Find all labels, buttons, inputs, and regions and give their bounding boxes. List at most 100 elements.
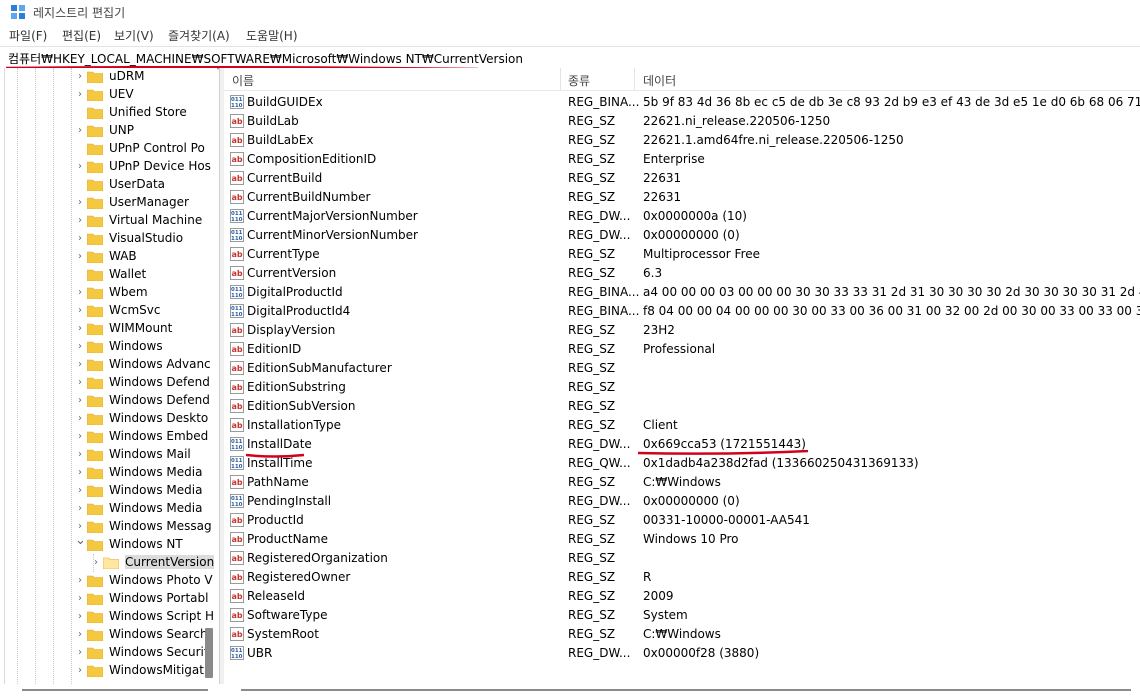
- value-row[interactable]: ab BuildLabEx REG_SZ 22621.1.amd64fre.ni_re…: [224, 131, 1140, 150]
- tree-item[interactable]: › Windows Embed: [5, 428, 217, 446]
- chevron-right-icon[interactable]: ›: [75, 160, 85, 174]
- tree-item[interactable]: › UserManager: [5, 194, 217, 212]
- value-row[interactable]: 110 011 CurrentMajorVersionNumber REG_DW...…: [224, 207, 1140, 226]
- chevron-right-icon[interactable]: ›: [75, 358, 85, 372]
- chevron-right-icon[interactable]: ›: [75, 232, 85, 246]
- chevron-right-icon[interactable]: ›: [75, 484, 85, 498]
- chevron-right-icon[interactable]: ›: [75, 214, 85, 228]
- tree-item[interactable]: › WAB: [5, 248, 217, 266]
- tree-item[interactable]: › Windows Portabl: [5, 590, 217, 608]
- tree-item[interactable]: Wallet: [5, 266, 217, 284]
- column-header-data[interactable]: 데이터: [643, 72, 676, 89]
- chevron-right-icon[interactable]: ›: [75, 250, 85, 264]
- tree-item[interactable]: › CurrentVersion: [5, 554, 217, 572]
- value-row[interactable]: ab CurrentBuildNumber REG_SZ 22631: [224, 188, 1140, 207]
- value-row[interactable]: ab InstallationType REG_SZ Client: [224, 416, 1140, 435]
- chevron-right-icon[interactable]: ›: [91, 556, 101, 570]
- value-row[interactable]: ab ProductId REG_SZ 00331-10000-00001-AA541: [224, 511, 1140, 530]
- value-row[interactable]: ab CurrentVersion REG_SZ 6.3: [224, 264, 1140, 283]
- chevron-right-icon[interactable]: ›: [75, 304, 85, 318]
- chevron-right-icon[interactable]: ›: [75, 646, 85, 660]
- value-row[interactable]: ab PathName REG_SZ C:₩Windows: [224, 473, 1140, 492]
- tree-item[interactable]: › Windows Messag: [5, 518, 217, 536]
- tree-item[interactable]: › Windows Media: [5, 482, 217, 500]
- tree-item[interactable]: › Wbem: [5, 284, 217, 302]
- chevron-down-icon[interactable]: ⌄: [75, 534, 86, 548]
- tree-item[interactable]: UserData: [5, 176, 217, 194]
- chevron-right-icon[interactable]: ›: [75, 286, 85, 300]
- tree-item[interactable]: › Windows Advanc: [5, 356, 217, 374]
- chevron-right-icon[interactable]: ›: [75, 610, 85, 624]
- menu-favorites[interactable]: 즐겨찾기(A): [168, 27, 230, 44]
- column-separator[interactable]: [634, 68, 635, 90]
- chevron-right-icon[interactable]: ›: [75, 592, 85, 606]
- value-row[interactable]: ab DisplayVersion REG_SZ 23H2: [224, 321, 1140, 340]
- value-row[interactable]: ab RegisteredOrganization REG_SZ: [224, 549, 1140, 568]
- tree-item[interactable]: › UEV: [5, 86, 217, 104]
- tree-item[interactable]: › Virtual Machine: [5, 212, 217, 230]
- tree-item[interactable]: › Windows: [5, 338, 217, 356]
- column-separator[interactable]: [560, 68, 561, 90]
- registry-key-tree[interactable]: › uDRM › UEV Unified Store › UNP UPnP Control P…: [5, 68, 217, 684]
- tree-item[interactable]: › UPnP Device Hos: [5, 158, 217, 176]
- chevron-right-icon[interactable]: ›: [75, 502, 85, 516]
- chevron-right-icon[interactable]: ›: [75, 394, 85, 408]
- chevron-right-icon[interactable]: ›: [75, 376, 85, 390]
- value-row[interactable]: 110 011 CurrentMinorVersionNumber REG_DW...…: [224, 226, 1140, 245]
- tree-item[interactable]: › WIMMount: [5, 320, 217, 338]
- chevron-right-icon[interactable]: ›: [75, 520, 85, 534]
- chevron-right-icon[interactable]: ›: [75, 124, 85, 138]
- value-row[interactable]: ab EditionSubstring REG_SZ: [224, 378, 1140, 397]
- chevron-right-icon[interactable]: ›: [75, 196, 85, 210]
- value-row[interactable]: ab ReleaseId REG_SZ 2009: [224, 587, 1140, 606]
- tree-item[interactable]: › Windows Media: [5, 500, 217, 518]
- menu-edit[interactable]: 편집(E): [62, 27, 101, 44]
- value-row[interactable]: ab CurrentType REG_SZ Multiprocessor Free: [224, 245, 1140, 264]
- tree-item[interactable]: › Windows Search: [5, 626, 217, 644]
- value-row[interactable]: ab RegisteredOwner REG_SZ R: [224, 568, 1140, 587]
- value-row[interactable]: ab EditionSubVersion REG_SZ: [224, 397, 1140, 416]
- list-hscroll-thumb[interactable]: [241, 689, 1131, 691]
- tree-item[interactable]: ⌄ Windows NT: [5, 534, 217, 554]
- chevron-right-icon[interactable]: ›: [75, 664, 85, 678]
- tree-item[interactable]: Unified Store: [5, 104, 217, 122]
- registry-values-list[interactable]: 이름 종류 데이터 110 011 BuildGUIDEx REG_BINA... 5b…: [224, 68, 1140, 684]
- value-row[interactable]: ab BuildLab REG_SZ 22621.ni_release.220506-…: [224, 112, 1140, 131]
- tree-item[interactable]: › Windows Photo V: [5, 572, 217, 590]
- value-row[interactable]: 110 011 UBR REG_DW... 0x00000f28 (3880): [224, 644, 1140, 663]
- tree-item[interactable]: › VisualStudio: [5, 230, 217, 248]
- value-row[interactable]: 110 011 BuildGUIDEx REG_BINA... 5b 9f 83 4d …: [224, 93, 1140, 112]
- chevron-right-icon[interactable]: ›: [75, 70, 85, 84]
- tree-item[interactable]: › Windows Securit: [5, 644, 217, 662]
- value-row[interactable]: ab CurrentBuild REG_SZ 22631: [224, 169, 1140, 188]
- chevron-right-icon[interactable]: ›: [75, 88, 85, 102]
- chevron-right-icon[interactable]: ›: [75, 448, 85, 462]
- address-path[interactable]: 컴퓨터₩HKEY_LOCAL_MACHINE₩SOFTWARE₩Microsof…: [8, 50, 523, 67]
- tree-item[interactable]: › Windows Mail: [5, 446, 217, 464]
- value-row[interactable]: 110 011 InstallTime REG_QW... 0x1dadb4a238d2…: [224, 454, 1140, 473]
- tree-item[interactable]: › Windows Defend: [5, 392, 217, 410]
- value-row[interactable]: ab CompositionEditionID REG_SZ Enterprise: [224, 150, 1140, 169]
- value-row[interactable]: ab ProductName REG_SZ Windows 10 Pro: [224, 530, 1140, 549]
- tree-item[interactable]: › Windows Defend: [5, 374, 217, 392]
- value-row[interactable]: ab EditionSubManufacturer REG_SZ: [224, 359, 1140, 378]
- chevron-right-icon[interactable]: ›: [75, 412, 85, 426]
- tree-item[interactable]: › uDRM: [5, 68, 217, 86]
- tree-item[interactable]: › WindowsMitigati: [5, 662, 217, 680]
- value-row[interactable]: ab SoftwareType REG_SZ System: [224, 606, 1140, 625]
- menu-help[interactable]: 도움말(H): [246, 27, 298, 44]
- value-row[interactable]: 110 011 DigitalProductId4 REG_BINA... f8 04 …: [224, 302, 1140, 321]
- chevron-right-icon[interactable]: ›: [75, 430, 85, 444]
- tree-item[interactable]: › WcmSvc: [5, 302, 217, 320]
- tree-item[interactable]: › UNP: [5, 122, 217, 140]
- tree-hscroll-thumb[interactable]: [22, 689, 208, 691]
- tree-item[interactable]: › Windows Media: [5, 464, 217, 482]
- chevron-right-icon[interactable]: ›: [75, 574, 85, 588]
- chevron-right-icon[interactable]: ›: [75, 466, 85, 480]
- value-row[interactable]: 110 011 PendingInstall REG_DW... 0x00000000 …: [224, 492, 1140, 511]
- menu-file[interactable]: 파일(F): [9, 27, 47, 44]
- chevron-right-icon[interactable]: ›: [75, 340, 85, 354]
- value-row[interactable]: ab EditionID REG_SZ Professional: [224, 340, 1140, 359]
- column-header-name[interactable]: 이름: [232, 72, 254, 89]
- tree-item[interactable]: › Windows Deskto: [5, 410, 217, 428]
